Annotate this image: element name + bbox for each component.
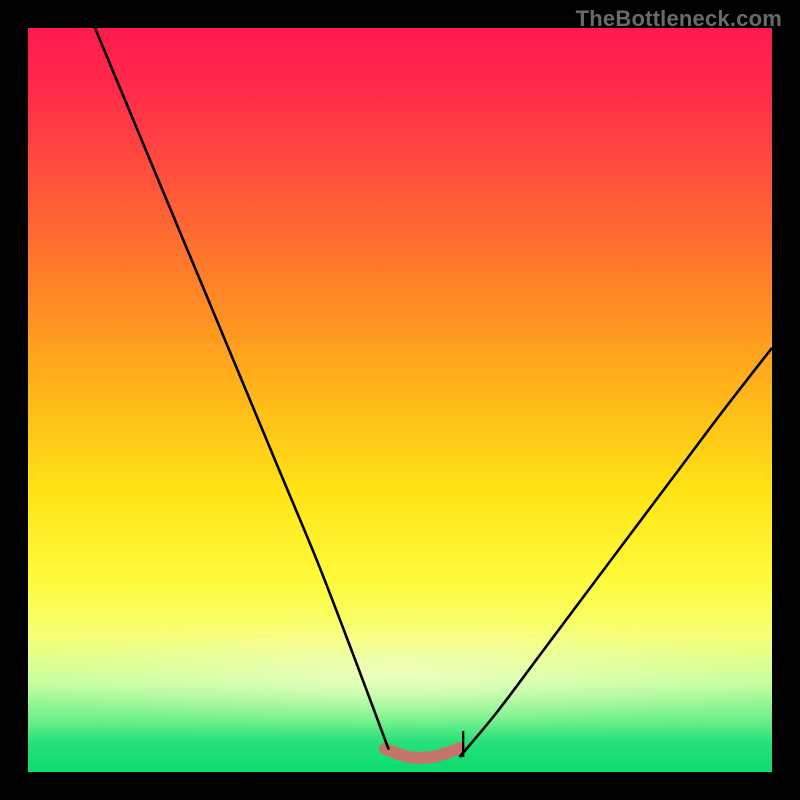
curve-left (95, 28, 389, 750)
plot-svg (28, 28, 772, 772)
watermark-text: TheBottleneck.com (576, 6, 782, 32)
plot-panel (28, 28, 772, 772)
trough-highlight (385, 748, 459, 758)
curve-right (460, 348, 773, 757)
chart-stage: TheBottleneck.com (0, 0, 800, 800)
